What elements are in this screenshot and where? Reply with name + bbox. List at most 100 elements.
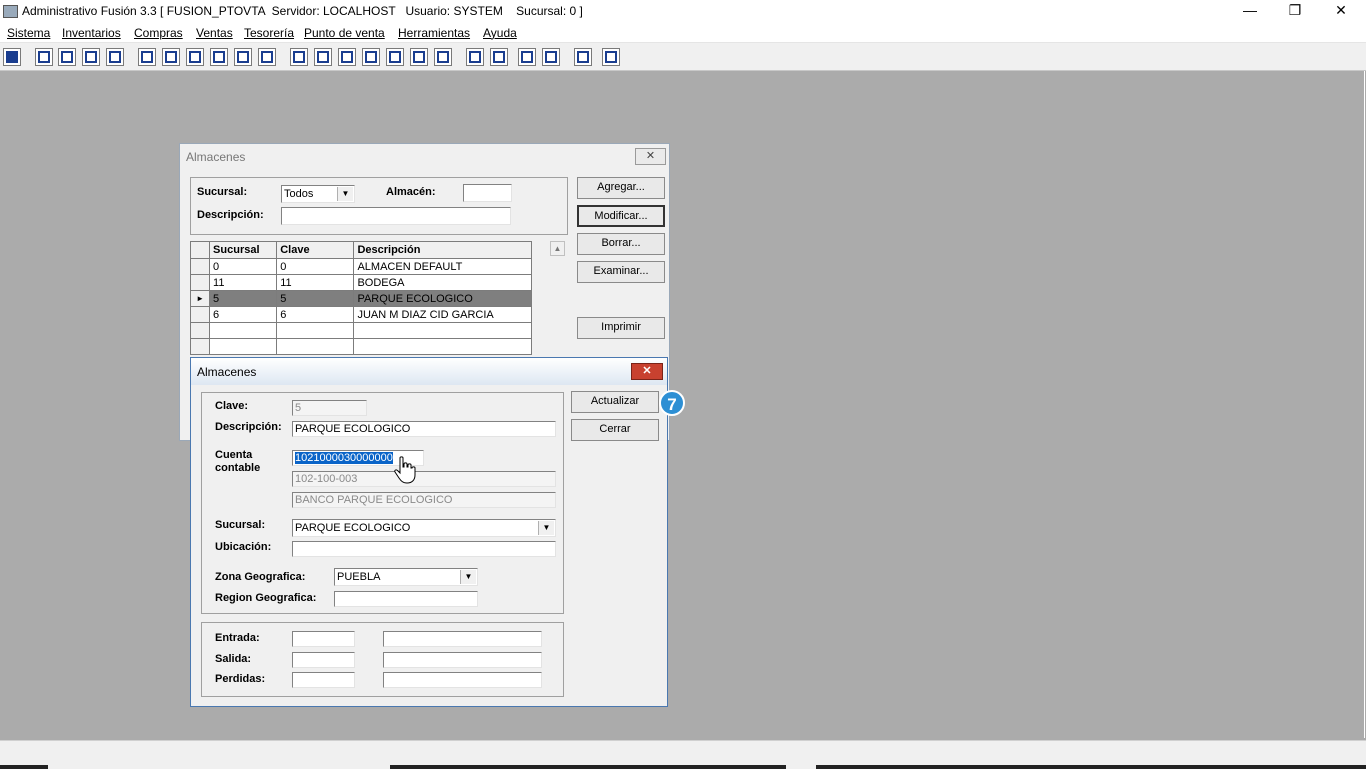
search-icon[interactable] — [106, 48, 124, 66]
document-icon[interactable] — [410, 48, 428, 66]
app-title: Administrativo Fusión 3.3 [ FUSION_PTOVT… — [22, 4, 583, 18]
salida-desc-field[interactable] — [383, 652, 542, 668]
cell-clave[interactable]: 5 — [276, 290, 355, 307]
sucursal-select[interactable]: PARQUE ECOLOGICO ▼ — [292, 519, 556, 537]
minimize-button[interactable]: — — [1227, 0, 1273, 23]
close-button[interactable]: ✕ — [1318, 0, 1364, 23]
scroll-up-icon[interactable]: ▲ — [550, 241, 565, 256]
user-icon[interactable] — [138, 48, 156, 66]
table-row-empty[interactable] — [189, 338, 532, 355]
menu-punto-de-venta[interactable]: Punto de venta — [304, 26, 385, 40]
descripcion-filter-input[interactable] — [281, 207, 511, 225]
ubicacion-field[interactable] — [292, 541, 556, 557]
descripcion-field[interactable]: PARQUE ECOLOGICO — [292, 421, 556, 437]
list-icon[interactable] — [434, 48, 452, 66]
chevron-down-icon[interactable]: ▼ — [460, 570, 476, 584]
chevron-down-icon[interactable]: ▼ — [538, 521, 554, 535]
menu-ayuda[interactable]: Ayuda — [483, 26, 517, 40]
dialog-title: Almacenes — [197, 365, 257, 379]
row-indicator[interactable] — [189, 274, 211, 291]
actualizar-button[interactable]: Actualizar — [571, 391, 659, 413]
list-icon[interactable] — [258, 48, 276, 66]
new-icon[interactable] — [35, 48, 53, 66]
export-icon[interactable] — [338, 48, 356, 66]
row-indicator[interactable] — [189, 338, 211, 355]
imprimir-button[interactable]: Imprimir — [577, 317, 665, 339]
cell-descripcion[interactable]: JUAN M DIAZ CID GARCIA — [353, 306, 532, 323]
table-row[interactable]: 11 11 BODEGA — [189, 274, 532, 291]
undo-icon[interactable] — [542, 48, 560, 66]
cell-empty[interactable] — [353, 322, 532, 339]
cell-sucursal[interactable]: 5 — [209, 290, 278, 307]
cell-empty[interactable] — [209, 322, 278, 339]
modificar-button[interactable]: Modificar... — [577, 205, 665, 227]
print-icon[interactable] — [210, 48, 228, 66]
dollar-icon[interactable] — [386, 48, 404, 66]
help-icon[interactable] — [602, 48, 620, 66]
zona-geografica-select[interactable]: PUEBLA ▼ — [334, 568, 478, 586]
box-icon[interactable] — [314, 48, 332, 66]
menu-sistema[interactable]: Sistema — [7, 26, 50, 40]
cell-descripcion[interactable]: BODEGA — [353, 274, 532, 291]
almacen-filter-label: Almacén: — [386, 186, 436, 198]
almacen-filter-input[interactable] — [463, 184, 512, 202]
add-icon[interactable] — [362, 48, 380, 66]
cell-clave[interactable]: 11 — [276, 274, 355, 291]
row-indicator[interactable] — [189, 322, 211, 339]
table-row-empty[interactable] — [189, 322, 532, 339]
salida-label: Salida: — [215, 653, 252, 665]
cell-clave[interactable]: 6 — [276, 306, 355, 323]
document-icon[interactable] — [234, 48, 252, 66]
column-header-clave[interactable]: Clave — [276, 241, 355, 259]
menu-tesoreria[interactable]: Tesorería — [244, 26, 294, 40]
table-row[interactable]: 0 0 ALMACEN DEFAULT — [189, 258, 532, 275]
cell-sucursal[interactable]: 0 — [209, 258, 278, 275]
cell-empty[interactable] — [353, 338, 532, 355]
maximize-button[interactable]: ❐ — [1272, 0, 1318, 23]
menu-inventarios[interactable]: Inventarios — [62, 26, 121, 40]
open-icon[interactable] — [58, 48, 76, 66]
entrada-desc-field[interactable] — [383, 631, 542, 647]
menu-compras[interactable]: Compras — [134, 26, 183, 40]
sucursal-filter-select[interactable]: Todos ▼ — [281, 185, 355, 203]
home-icon[interactable] — [466, 48, 484, 66]
cell-empty[interactable] — [276, 338, 355, 355]
row-indicator[interactable] — [189, 306, 211, 323]
close-icon[interactable]: ✕ — [631, 363, 663, 380]
close-icon[interactable]: ✕ — [635, 148, 666, 165]
app-icon[interactable] — [3, 48, 21, 66]
cell-sucursal[interactable]: 6 — [209, 306, 278, 323]
cuenta-label-line2: contable — [215, 462, 261, 474]
zoom-icon[interactable] — [490, 48, 508, 66]
group-icon[interactable] — [290, 48, 308, 66]
print-icon[interactable] — [186, 48, 204, 66]
perdidas-desc-field[interactable] — [383, 672, 542, 688]
cerrar-button[interactable]: Cerrar — [571, 419, 659, 441]
chevron-down-icon[interactable]: ▼ — [337, 187, 353, 201]
examinar-button[interactable]: Examinar... — [577, 261, 665, 283]
refresh-icon[interactable] — [518, 48, 536, 66]
column-header-sucursal[interactable]: Sucursal — [209, 241, 278, 259]
agregar-button[interactable]: Agregar... — [577, 177, 665, 199]
borrar-button[interactable]: Borrar... — [577, 233, 665, 255]
menu-ventas[interactable]: Ventas — [196, 26, 233, 40]
column-header-descripcion[interactable]: Descripción — [353, 241, 532, 259]
cell-descripcion[interactable]: PARQUE ECOLOGICO — [353, 290, 532, 307]
cell-empty[interactable] — [209, 338, 278, 355]
row-indicator[interactable] — [189, 258, 211, 275]
cell-sucursal[interactable]: 11 — [209, 274, 278, 291]
folder-icon[interactable] — [162, 48, 180, 66]
perdidas-field[interactable] — [292, 672, 355, 688]
cell-empty[interactable] — [276, 322, 355, 339]
back-icon[interactable] — [574, 48, 592, 66]
entrada-field[interactable] — [292, 631, 355, 647]
transfer-icon[interactable] — [82, 48, 100, 66]
table-row[interactable]: 6 6 JUAN M DIAZ CID GARCIA — [189, 306, 532, 323]
menu-herramientas[interactable]: Herramientas — [398, 26, 470, 40]
region-geografica-field[interactable] — [334, 591, 478, 607]
almacenes-table[interactable]: Sucursal Clave Descripción 0 0 ALMACEN D… — [189, 241, 532, 355]
cell-descripcion[interactable]: ALMACEN DEFAULT — [353, 258, 532, 275]
salida-field[interactable] — [292, 652, 355, 668]
cell-clave[interactable]: 0 — [276, 258, 355, 275]
table-row-selected[interactable]: ► 5 5 PARQUE ECOLOGICO — [189, 290, 532, 307]
